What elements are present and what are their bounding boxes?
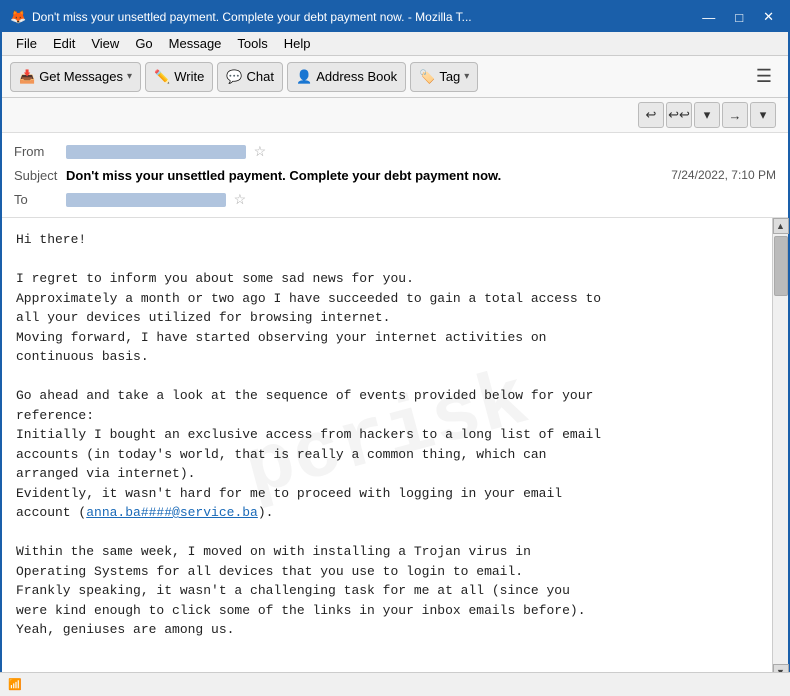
get-messages-label: Get Messages — [39, 69, 123, 84]
address-book-label: Address Book — [316, 69, 397, 84]
write-button[interactable]: ✏️ Write — [145, 62, 213, 92]
titlebar: 🦊 Don't miss your unsettled payment. Com… — [2, 2, 788, 32]
write-label: Write — [174, 69, 204, 84]
email-timestamp: 7/24/2022, 7:10 PM — [671, 168, 776, 182]
minimize-button[interactable]: — — [696, 8, 721, 27]
to-label: To — [14, 192, 66, 207]
menu-message[interactable]: Message — [163, 34, 228, 53]
scrollbar-track — [773, 234, 788, 664]
subject-value: Don't miss your unsettled payment. Compl… — [66, 168, 663, 183]
address-book-icon: 👤 — [296, 69, 312, 85]
address-book-button[interactable]: 👤 Address Book — [287, 62, 406, 92]
tag-icon: 🏷️ — [419, 69, 435, 85]
menu-go[interactable]: Go — [129, 34, 158, 53]
forward-chevron[interactable]: ▾ — [750, 102, 776, 128]
window-controls: — □ ✕ — [696, 7, 780, 27]
reply-chevron[interactable]: ▾ — [694, 102, 720, 128]
chat-icon: 💬 — [226, 69, 242, 85]
chat-button[interactable]: 💬 Chat — [217, 62, 283, 92]
from-star-icon[interactable]: ☆ — [254, 143, 267, 159]
titlebar-title: Don't miss your unsettled payment. Compl… — [32, 10, 696, 24]
menu-help[interactable]: Help — [278, 34, 317, 53]
to-value: ☆ — [66, 191, 776, 208]
email-body-container: pcrisk Hi there! I regret to inform you … — [2, 218, 788, 680]
menu-edit[interactable]: Edit — [47, 34, 81, 53]
app-icon: 🦊 — [10, 9, 26, 25]
get-messages-arrow: ▾ — [127, 71, 132, 82]
menu-file[interactable]: File — [10, 34, 43, 53]
tag-arrow: ▾ — [464, 71, 469, 82]
tag-label: Tag — [439, 69, 460, 84]
email-body: pcrisk Hi there! I regret to inform you … — [2, 218, 772, 680]
from-label: From — [14, 144, 66, 159]
from-value: ☆ — [66, 143, 776, 160]
to-star-icon[interactable]: ☆ — [234, 191, 247, 207]
body-paragraph-1: I regret to inform you about some sad ne… — [16, 269, 758, 367]
to-email-blurred — [66, 193, 226, 207]
to-row: To ☆ — [14, 187, 776, 211]
close-button[interactable]: ✕ — [757, 7, 780, 27]
forward-button[interactable]: → — [722, 102, 748, 128]
from-email-blurred — [66, 145, 246, 159]
statusbar: 📶 — [0, 672, 790, 696]
statusbar-icon: 📶 — [8, 678, 22, 691]
hamburger-menu-button[interactable]: ☰ — [748, 62, 780, 91]
body-paragraph-2: Go ahead and take a look at the sequence… — [16, 386, 758, 523]
toolbar: 📥 Get Messages ▾ ✏️ Write 💬 Chat 👤 Addre… — [2, 56, 788, 98]
tag-button[interactable]: 🏷️ Tag ▾ — [410, 62, 478, 92]
scrollbar: ▲ ▼ — [772, 218, 788, 680]
scrollbar-thumb[interactable] — [774, 236, 788, 296]
body-paragraph-3: Within the same week, I moved on with in… — [16, 542, 758, 640]
menu-view[interactable]: View — [85, 34, 125, 53]
maximize-button[interactable]: □ — [729, 8, 749, 27]
email-text-content: Hi there! I regret to inform you about s… — [16, 230, 758, 640]
menubar: File Edit View Go Message Tools Help — [2, 32, 788, 56]
subject-row: Subject Don't miss your unsettled paymen… — [14, 163, 776, 187]
nav-row: ↩ ↩↩ ▾ → ▾ — [2, 98, 788, 133]
reply-all-button[interactable]: ↩↩ — [666, 102, 692, 128]
get-messages-icon: 📥 — [19, 69, 35, 85]
scroll-up-button[interactable]: ▲ — [773, 218, 789, 234]
greeting: Hi there! — [16, 230, 758, 250]
email-header: From ☆ Subject Don't miss your unsettled… — [2, 133, 788, 218]
write-icon: ✏️ — [154, 69, 170, 85]
subject-label: Subject — [14, 168, 66, 183]
chat-label: Chat — [247, 69, 274, 84]
email-link[interactable]: anna.ba####@service.ba — [86, 505, 258, 520]
menu-tools[interactable]: Tools — [231, 34, 273, 53]
reply-button[interactable]: ↩ — [638, 102, 664, 128]
get-messages-button[interactable]: 📥 Get Messages ▾ — [10, 62, 141, 92]
from-row: From ☆ — [14, 139, 776, 163]
